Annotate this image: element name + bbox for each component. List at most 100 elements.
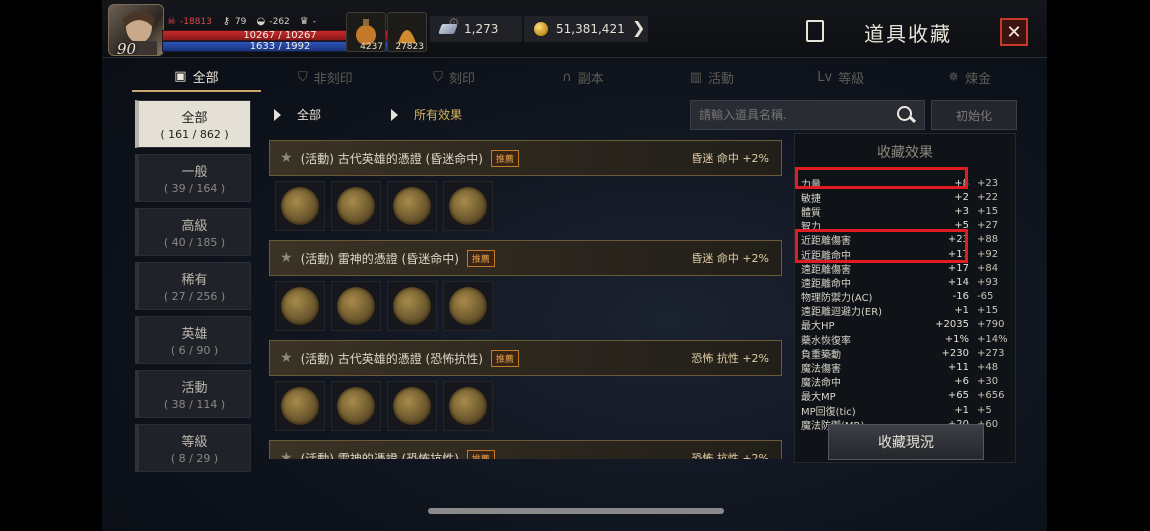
sidebar-item-count: ( 8 / 29 ) (170, 452, 219, 465)
effect-total: -65 (977, 291, 994, 303)
chevron-right-icon[interactable]: ❯ (632, 18, 645, 37)
potion-1-count: 4237 (360, 42, 383, 52)
gold-currency: 51,381,421 (524, 16, 648, 42)
effect-row: 物理防禦力(AC) -16 -65 (801, 290, 1011, 304)
filter-effect-dropdown[interactable]: 所有效果 (414, 106, 462, 123)
effect-total: +5 (977, 404, 992, 416)
helmet-icon: ◒ (256, 16, 266, 27)
effect-total: +656 (977, 390, 1005, 402)
diamond-icon (438, 24, 458, 34)
sidebar-item-level[interactable]: 等級 ( 8 / 29 ) (135, 424, 251, 472)
collection-header[interactable]: ★ (活動) 雷神的憑證 (昏迷命中) 推薦 昏迷 命中 +2% (269, 240, 782, 276)
highlight-box (795, 229, 968, 263)
item-slot[interactable] (275, 181, 325, 231)
close-button[interactable]: ✕ (1000, 18, 1028, 46)
character-portrait[interactable]: 90 (108, 4, 164, 56)
potion-slot-2[interactable]: 27823 (387, 12, 427, 52)
collection-header[interactable]: ★ (活動) 雷神的憑證 (恐怖抗性) 推薦 恐怖 抗性 +2% (269, 440, 782, 459)
recommend-badge: 推薦 (490, 149, 519, 167)
key-icon: ⚷ (222, 16, 231, 27)
tab-level[interactable]: Lv 等級 (776, 62, 905, 92)
coin-item-icon (393, 187, 431, 225)
effect-name: 最大HP (801, 321, 835, 333)
effect-row: 魔法命中 +6 +30 (801, 375, 1011, 389)
tab-alchemy[interactable]: ✵ 煉金 (905, 62, 1034, 92)
star-icon[interactable]: ★ (280, 150, 293, 166)
tab-all[interactable]: ▣ 全部 (132, 62, 261, 92)
effect-value: +1% (944, 333, 969, 345)
tab-engraved[interactable]: ⛉ 刻印 (390, 62, 519, 92)
coin-item-icon (281, 287, 319, 325)
coin-item-icon (449, 387, 487, 425)
sidebar-item-count: ( 39 / 164 ) (163, 182, 226, 195)
effect-total: +15 (977, 305, 999, 317)
item-slots (269, 176, 782, 232)
highlight-box (795, 167, 968, 189)
collection-effect: 恐怖 抗性 +2% (691, 452, 769, 459)
sidebar-item-count: ( 40 / 185 ) (163, 236, 226, 249)
coin-item-icon (281, 187, 319, 225)
filter-all-dropdown[interactable]: 全部 (297, 106, 321, 123)
sidebar-item-hero[interactable]: 英雄 ( 6 / 90 ) (135, 316, 251, 364)
item-slot[interactable] (331, 281, 381, 331)
collection-status-button[interactable]: 收藏現況 (828, 424, 984, 460)
item-slot[interactable] (387, 281, 437, 331)
item-slot[interactable] (443, 281, 493, 331)
sidebar-item-label: 等級 (181, 435, 208, 450)
stat-2-value: 79 (234, 16, 247, 27)
coin-item-icon (337, 387, 375, 425)
effect-name: 藥水恢復率 (801, 335, 851, 347)
sidebar-item-advanced[interactable]: 高級 ( 40 / 185 ) (135, 208, 251, 256)
potion-slot-1[interactable]: 4237 (346, 12, 386, 52)
tab-non-engraved[interactable]: ⛉ 非刻印 (261, 62, 390, 92)
collection-header[interactable]: ★ (活動) 古代英雄的憑證 (恐怖抗性) 推薦 恐怖 抗性 +2% (269, 340, 782, 376)
effect-total: +15 (977, 205, 999, 217)
collection-header[interactable]: ★ (活動) 古代英雄的憑證 (昏迷命中) 推薦 昏迷 命中 +2% (269, 140, 782, 176)
top-bar: 90 ☠ -18813 ⚷ 79 ◒ -262 ♛ - 10267 / 10267 16… (102, 0, 1047, 58)
reset-button[interactable]: 初始化 (931, 100, 1017, 130)
search-box (690, 100, 925, 130)
item-slot[interactable] (275, 381, 325, 431)
sidebar-item-all[interactable]: 全部 ( 161 / 862 ) (135, 100, 251, 148)
effect-name: 敏捷 (801, 193, 821, 205)
tab-label: 全部 (192, 70, 219, 86)
effect-name: 體質 (801, 207, 821, 219)
star-icon[interactable]: ★ (280, 350, 293, 366)
sidebar-item-event[interactable]: 活動 ( 38 / 114 ) (135, 370, 251, 418)
triangle-right-icon (391, 108, 399, 121)
home-indicator[interactable] (428, 508, 724, 514)
sidebar-item-normal[interactable]: 一般 ( 39 / 164 ) (135, 154, 251, 202)
effect-total: +790 (977, 319, 1005, 331)
item-slot[interactable] (443, 181, 493, 231)
recommend-badge: 推薦 (466, 249, 495, 267)
search-icon[interactable] (894, 104, 916, 126)
item-slot[interactable] (331, 381, 381, 431)
stat-2: ⚷ 79 (221, 16, 247, 27)
coin-item-icon (337, 287, 375, 325)
star-icon[interactable]: ★ (280, 250, 293, 266)
alchemy-icon: ✵ (948, 69, 960, 85)
sidebar-item-rare[interactable]: 稀有 ( 27 / 256 ) (135, 262, 251, 310)
tab-event[interactable]: ▥ 活動 (647, 62, 776, 92)
effect-value: +14 (947, 276, 969, 288)
coin-item-icon (281, 387, 319, 425)
sidebar-item-count: ( 38 / 114 ) (163, 398, 226, 411)
tab-dungeon[interactable]: ∩ 副本 (519, 62, 648, 92)
item-slot[interactable] (331, 181, 381, 231)
item-slots (269, 376, 782, 432)
effect-total: +92 (977, 248, 999, 260)
effect-row: 魔法傷害 +11 +48 (801, 360, 1011, 375)
effect-row: 最大MP +65 +656 (801, 389, 1011, 403)
effect-value: +1 (954, 404, 969, 416)
item-slot[interactable] (387, 181, 437, 231)
effect-name: 物理防禦力(AC) (801, 293, 873, 305)
collection-group: ★ (活動) 雷神的憑證 (恐怖抗性) 推薦 恐怖 抗性 +2% (269, 440, 782, 459)
effect-list[interactable]: 力量 +8 +23 敏捷 +2 +22 體質 +3 +15 智力 +5 +27 近距離傷害 +23… (801, 176, 1011, 432)
item-slot[interactable] (443, 381, 493, 431)
item-slot[interactable] (275, 281, 325, 331)
collection-title: (活動) 雷神的憑證 (昏迷命中) (300, 251, 459, 266)
search-input[interactable] (699, 108, 894, 122)
collection-group: ★ (活動) 雷神的憑證 (昏迷命中) 推薦 昏迷 命中 +2% (269, 240, 782, 332)
star-icon[interactable]: ★ (280, 450, 293, 459)
item-slot[interactable] (387, 381, 437, 431)
